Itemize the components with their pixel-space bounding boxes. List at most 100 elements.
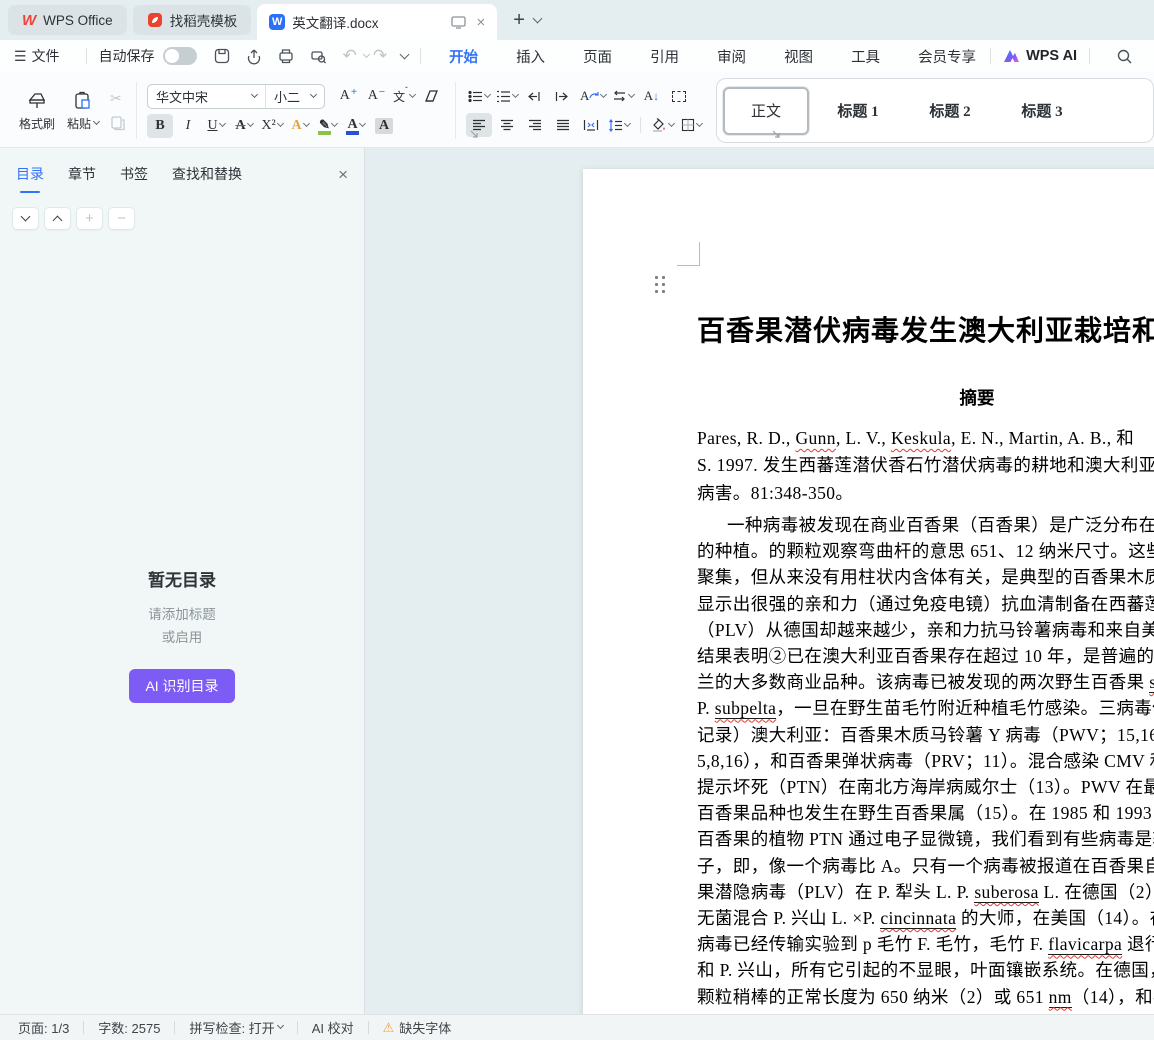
superscript-button[interactable]: X² xyxy=(259,114,285,138)
sidebar-tab-sections[interactable]: 章节 xyxy=(68,164,96,193)
increase-font-button[interactable]: A + xyxy=(335,84,361,108)
drag-handle-icon[interactable] xyxy=(655,276,666,294)
file-menu[interactable]: 文件 xyxy=(32,46,60,66)
clear-format-button[interactable] xyxy=(419,84,445,108)
print-icon[interactable] xyxy=(277,47,295,65)
sidebar-tab-bookmarks[interactable]: 书签 xyxy=(120,164,148,193)
tab-document-active[interactable]: W 英文翻译.docx × xyxy=(257,4,498,40)
copy-icon[interactable] xyxy=(110,115,126,131)
text-direction-button[interactable]: A xyxy=(578,84,608,108)
document-text-line: 的种植。的颗粒观察弯曲杆的意思 651、12 纳米尺寸。这些颗粒通 xyxy=(697,541,1154,562)
align-center-button[interactable] xyxy=(494,113,520,137)
empty-contents-state: 暂无目录 请添加标题 或启用 AI 识别目录 xyxy=(0,566,364,703)
highlight-button[interactable]: ✎ xyxy=(315,114,341,138)
chevron-down-icon xyxy=(20,211,31,222)
new-tab-button[interactable]: + xyxy=(513,9,525,32)
decrease-indent-button[interactable] xyxy=(522,84,548,108)
close-tab-icon[interactable]: × xyxy=(476,14,485,31)
print-preview-icon[interactable] xyxy=(309,47,327,65)
wps-ai-label: WPS AI xyxy=(1026,48,1078,64)
word-count[interactable]: 字数: 2575 xyxy=(98,1018,160,1037)
expand-font-group-icon[interactable] xyxy=(470,126,479,144)
expand-all-button[interactable] xyxy=(44,207,71,230)
style-heading-2[interactable]: 标题 2 xyxy=(907,87,993,135)
sidebar-tab-find-replace[interactable]: 查找和替换 xyxy=(172,164,242,193)
menu-tab-insert[interactable]: 插入 xyxy=(514,41,547,72)
tab-wps-office[interactable]: W WPS Office xyxy=(8,5,127,35)
more-commands-chevron-icon[interactable] xyxy=(399,49,410,59)
search-icon[interactable] xyxy=(1116,48,1133,65)
menu-tab-home[interactable]: 开始 xyxy=(447,41,480,75)
chevron-down-icon xyxy=(309,90,318,98)
margin-corner-mark xyxy=(677,242,700,266)
ai-recognize-contents-button[interactable]: AI 识别目录 xyxy=(129,669,235,703)
paste-chevron-icon[interactable] xyxy=(92,117,101,125)
zoom-out-outline-button[interactable]: − xyxy=(108,207,135,230)
ai-proofread-button[interactable]: AI 校对 xyxy=(312,1018,354,1037)
spellcheck-status[interactable]: 拼写检查: 打开 xyxy=(189,1018,284,1037)
save-icon[interactable] xyxy=(213,47,231,65)
page-indicator[interactable]: 页面: 1/3 xyxy=(18,1018,69,1037)
justify-button[interactable] xyxy=(550,113,576,137)
style-heading-3[interactable]: 标题 3 xyxy=(999,87,1085,135)
missing-font-warning[interactable]: ⚠ 缺失字体 xyxy=(383,1018,452,1037)
tab-docer-templates[interactable]: 找稻壳模板 xyxy=(132,5,252,35)
shading-fill-button[interactable] xyxy=(649,113,676,137)
wrap-direction-button[interactable] xyxy=(610,84,636,108)
text-effects-button[interactable]: A xyxy=(287,114,313,138)
document-page[interactable]: 百香果潜伏病毒发生澳大利亚栽培和野生种 摘要 Pares, R. D., Gun… xyxy=(583,169,1154,1014)
tab-stops-button[interactable] xyxy=(666,84,692,108)
tab-list-chevron-icon[interactable] xyxy=(532,13,543,23)
export-icon[interactable] xyxy=(245,47,263,65)
expand-paragraph-group-icon[interactable] xyxy=(772,126,781,144)
chevron-down-icon xyxy=(623,119,632,127)
sidebar-tab-contents[interactable]: 目录 xyxy=(16,164,44,193)
style-heading-1[interactable]: 标题 1 xyxy=(815,87,901,135)
group-divider xyxy=(455,82,456,139)
distribute-button[interactable] xyxy=(578,113,604,137)
ribbon-tabs: 开始 插入 页面 引用 审阅 视图 工具 会员专享 xyxy=(447,41,978,75)
bullet-list-button[interactable] xyxy=(466,84,492,108)
zoom-in-outline-button[interactable]: + xyxy=(76,207,103,230)
document-text-line: 记录）澳大利亚：百香果木质马铃薯 Y 病毒（PWV；15,16）、黄瓜花 xyxy=(697,724,1154,745)
sort-button[interactable]: A ↓ xyxy=(638,84,664,108)
bold-button[interactable]: B xyxy=(147,113,173,138)
increase-indent-button[interactable] xyxy=(550,84,576,108)
menu-tab-tools[interactable]: 工具 xyxy=(849,41,882,72)
wps-ai-button[interactable]: WPS AI xyxy=(1003,48,1077,64)
redo-icon[interactable]: ↷ xyxy=(373,46,387,66)
autosave-toggle[interactable] xyxy=(162,47,197,65)
format-painter-button[interactable]: 格式刷 xyxy=(14,90,60,132)
phonetic-guide-button[interactable]: 文ˇ xyxy=(391,84,417,108)
underline-button[interactable]: U xyxy=(203,114,229,138)
menu-bar: ☰ 文件 自动保存 ↶ ↷ 开始 插入 页面 引用 审阅 视图 工具 会员专享 … xyxy=(0,40,1154,75)
tab-label: 找稻壳模板 xyxy=(169,14,238,29)
present-mode-icon[interactable] xyxy=(451,15,467,29)
menu-tab-member[interactable]: 会员专享 xyxy=(916,41,978,72)
font-color-button[interactable]: A xyxy=(343,114,369,138)
close-sidebar-icon[interactable]: × xyxy=(338,165,348,185)
char-shading-button[interactable]: A xyxy=(371,114,397,138)
align-right-button[interactable] xyxy=(522,113,548,137)
paste-button[interactable]: 粘贴 xyxy=(60,90,106,132)
collapse-all-button[interactable] xyxy=(12,207,39,230)
document-canvas[interactable]: 百香果潜伏病毒发生澳大利亚栽培和野生种 摘要 Pares, R. D., Gun… xyxy=(365,148,1154,1014)
style-normal[interactable]: 正文 xyxy=(723,86,809,135)
borders-button[interactable] xyxy=(678,113,704,137)
italic-button[interactable]: I xyxy=(175,114,201,138)
font-family-select[interactable]: 华文中宋 xyxy=(148,84,266,108)
document-title: 百香果潜伏病毒发生澳大利亚栽培和野生种 xyxy=(697,316,1154,347)
document-text-line: 百香果的植物 PTN 通过电子显微镜，我们看到有些病毒是较短的曲 xyxy=(697,829,1154,850)
undo-icon[interactable]: ↶ xyxy=(343,46,357,66)
cut-icon[interactable]: ✂ xyxy=(110,90,126,107)
menu-tab-page[interactable]: 页面 xyxy=(581,41,614,72)
menu-tab-view[interactable]: 视图 xyxy=(782,41,815,72)
menu-tab-review[interactable]: 审阅 xyxy=(715,41,748,72)
font-size-select[interactable]: 小二 xyxy=(266,85,324,108)
menu-tab-references[interactable]: 引用 xyxy=(648,41,681,72)
strikethrough-button[interactable]: A xyxy=(231,114,257,138)
decrease-font-button[interactable]: A − xyxy=(363,84,389,108)
numbered-list-button[interactable] xyxy=(494,84,520,108)
line-spacing-button[interactable] xyxy=(606,113,632,137)
undo-chevron-icon[interactable] xyxy=(362,50,370,58)
